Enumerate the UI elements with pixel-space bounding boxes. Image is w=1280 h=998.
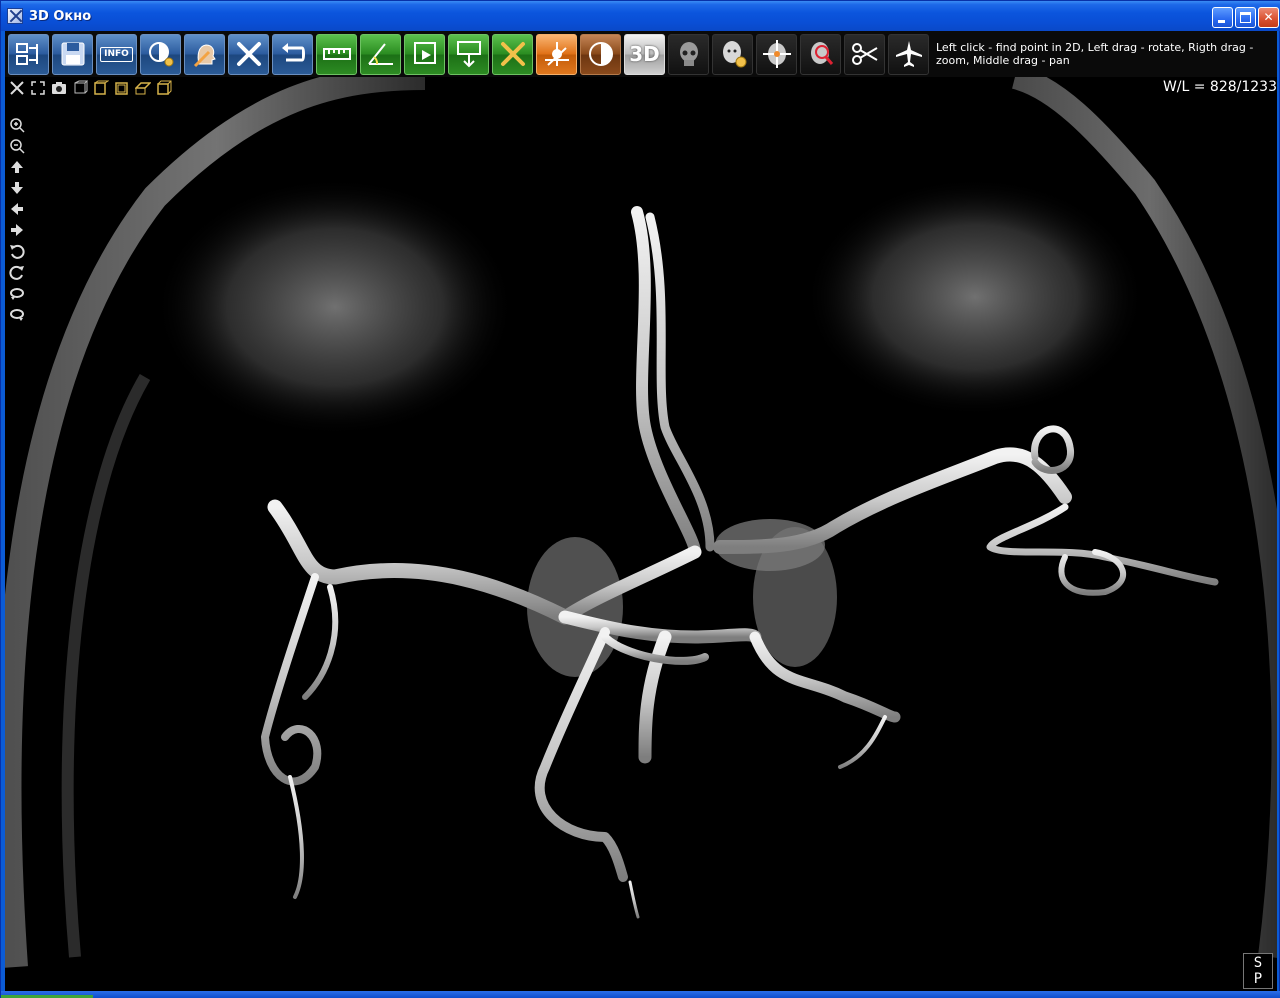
tissue-left [155, 177, 515, 437]
arrow-down-icon[interactable] [9, 180, 25, 196]
skull-inner-left [61, 373, 151, 958]
angiography-render[interactable] [5, 77, 1277, 991]
airplane-icon [895, 41, 922, 67]
spin-left-icon[interactable] [9, 285, 25, 301]
3d-icon: 3D [629, 42, 660, 66]
fullscreen-icon[interactable] [30, 80, 46, 96]
series-layout-button[interactable] [8, 33, 49, 75]
maximize-icon [1240, 12, 1251, 23]
cut-tool-icon[interactable] [9, 80, 25, 96]
view-top-icon[interactable] [135, 80, 151, 96]
mouse-hint-text: Left click - find point in 2D, Left drag… [936, 41, 1254, 67]
skull-icon [679, 42, 698, 66]
close-button[interactable]: ✕ [1258, 7, 1279, 28]
view-left-icon[interactable] [93, 80, 109, 96]
angle-icon [367, 43, 393, 65]
title-bar[interactable]: 3D Окно ✕ [1, 1, 1280, 31]
tissue-right [805, 177, 1145, 417]
window-level-readout: W/L = 828/1233 [1162, 79, 1277, 95]
annotation-play-icon [413, 42, 436, 64]
orientation-badge: S P [1243, 953, 1273, 989]
head-profile-icon [193, 44, 216, 68]
undo-button[interactable] [272, 33, 313, 75]
contrast-gear-icon [148, 42, 173, 67]
delete-button[interactable] [492, 33, 533, 75]
camera-icon[interactable] [51, 80, 67, 96]
app-window: 3D Окно ✕ INFO 3D Left click - find poin… [0, 0, 1280, 998]
head-render-button[interactable] [184, 33, 225, 75]
view-3d-box-icon[interactable] [156, 80, 172, 96]
clip-box-icon[interactable] [72, 80, 88, 96]
spin-right-icon[interactable] [9, 306, 25, 322]
skull-view-button[interactable] [668, 33, 709, 75]
wrench-screwdriver-icon [236, 42, 261, 66]
magnifier-button[interactable] [800, 33, 841, 75]
fly-through-button[interactable] [888, 33, 929, 75]
head-gear-icon [722, 41, 746, 68]
rotate-cw-icon[interactable] [9, 264, 25, 280]
crosshair-button[interactable] [756, 33, 797, 75]
maximize-button[interactable] [1235, 7, 1256, 28]
viewport-navigation [9, 117, 25, 322]
close-icon: ✕ [1263, 10, 1274, 24]
scissors-icon [851, 43, 878, 65]
zoom-in-icon[interactable] [9, 117, 25, 133]
3d-viewport[interactable]: W/L = 828/1233 S P [5, 77, 1277, 991]
minimize-button[interactable] [1212, 7, 1233, 28]
zoom-out-icon[interactable] [9, 138, 25, 154]
view-front-icon[interactable] [114, 80, 130, 96]
arrow-up-icon[interactable] [9, 159, 25, 175]
window-title: 3D Окно [29, 8, 92, 24]
magnifier-head-icon [810, 42, 833, 65]
close-x-icon [500, 42, 525, 66]
minimize-icon [1218, 20, 1225, 23]
main-toolbar: INFO 3D Left click - find point in 2D, L… [5, 31, 1277, 77]
3d-mode-button[interactable]: 3D [624, 33, 665, 75]
save-button[interactable] [52, 33, 93, 75]
info-button[interactable]: INFO [96, 33, 137, 75]
text-marker-icon [456, 41, 481, 68]
series-layout-icon [15, 43, 38, 65]
cut-button[interactable] [844, 33, 885, 75]
measure-angle-button[interactable] [360, 33, 401, 75]
crosshair-icon [762, 40, 791, 68]
orientation-superior-label: S [1253, 955, 1263, 971]
half-circle-contrast-icon [588, 42, 613, 66]
text-marker-button[interactable] [448, 33, 489, 75]
undo-arrow-icon [281, 43, 305, 62]
ruler-icon [322, 48, 351, 60]
orientation-posterior-label: P [1253, 971, 1263, 987]
taskbar-strip [1, 991, 1280, 998]
tools-button[interactable] [228, 33, 269, 75]
floppy-disk-icon [61, 42, 84, 66]
measure-distance-button[interactable] [316, 33, 357, 75]
arrow-right-icon[interactable] [9, 222, 25, 238]
rotate-ccw-icon[interactable] [9, 243, 25, 259]
head-settings-button[interactable] [712, 33, 753, 75]
volume-render-icon [544, 42, 569, 66]
info-icon: INFO [100, 46, 133, 62]
volume-render-button[interactable] [536, 33, 577, 75]
annotation-button[interactable] [404, 33, 445, 75]
display-settings-button[interactable] [140, 33, 181, 75]
window-level-button[interactable] [580, 33, 621, 75]
window-controls: ✕ [1212, 7, 1279, 28]
arrow-left-icon[interactable] [9, 201, 25, 217]
viewport-top-toolbar [9, 80, 172, 96]
app-icon[interactable] [7, 8, 23, 24]
